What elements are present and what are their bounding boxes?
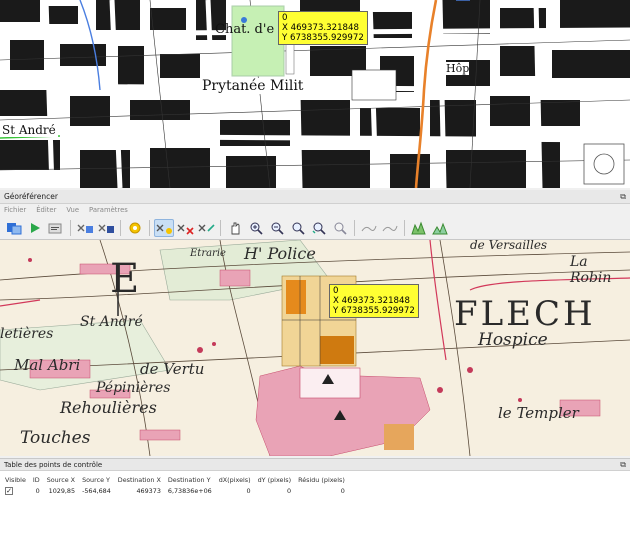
cell-source-x[interactable]: 1029,85 [44,486,79,496]
toolbar-separator [354,219,355,236]
cell-destination-x[interactable]: 469373 [115,486,165,496]
load-gcp-icon[interactable] [75,219,95,237]
label-etrarie: Etrarie [190,248,226,259]
col-visible[interactable]: Visible [2,475,30,486]
zoom-last-icon[interactable] [309,219,329,237]
georeferencer-panel: Géoréférencer ⧉ Fichier Éditer Vue Param… [0,190,630,456]
undock-icon[interactable]: ⧉ [620,192,626,202]
link-geo-to-qgis-icon[interactable] [359,219,379,237]
col-destination-x[interactable]: Destination X [115,475,165,486]
generate-script-icon[interactable] [46,219,66,237]
gcp-header-row: Visible ID Source X Source Y Destination… [2,475,349,486]
callout-x: X 469373.321848 [282,23,359,33]
qgis-window: Chat. d'e Prytanée Milit St André Hôp 0 … [0,0,630,551]
label-chateau: Chat. d'e [215,22,275,37]
menu-vue[interactable]: Vue [66,206,79,214]
zoom-to-layer-icon[interactable] [288,219,308,237]
callout-y: Y 6738355.929972 [333,306,415,316]
label-hop: Hôp [446,62,470,75]
zoom-out-icon[interactable] [267,219,287,237]
label-mal-abri: Mal Abri [14,356,81,374]
col-source-x[interactable]: Source X [44,475,79,486]
callout-x: X 469373.321848 [333,296,410,306]
check-icon[interactable]: ✓ [5,487,13,495]
move-point-icon[interactable] [196,219,216,237]
toolbar-separator [70,219,71,236]
toolbar-separator [404,219,405,236]
local-histogram-stretch-icon[interactable] [430,219,450,237]
zoom-in-icon[interactable] [246,219,266,237]
gcp-table-panel: Table des points de contrôle ⧉ Visible I… [0,458,630,551]
label-le-templer: le Templer [498,404,579,422]
main-map-canvas[interactable]: Chat. d'e Prytanée Milit St André Hôp 0 … [0,0,630,188]
gcp-callout-georef: 0 X 469373.321848 Y 6738355.929972 [329,284,419,318]
georeferencer-titlebar[interactable]: Géoréférencer ⧉ [0,190,630,204]
label-la-robin: La Robin [570,254,612,286]
callout-id: 0 [282,13,288,23]
label-prytanee: Prytanée Milit [200,78,306,94]
col-dy[interactable]: dY (pixels) [255,475,295,486]
callout-id: 0 [333,286,339,296]
transformation-settings-icon[interactable] [125,219,145,237]
undock-icon[interactable]: ⧉ [620,460,626,470]
label-pepinieres: Pépinières [96,380,171,396]
label-e: E [110,256,140,302]
label-h-police: H' Police [244,244,316,263]
gcp-table: Visible ID Source X Source Y Destination… [2,475,349,496]
pan-icon[interactable] [225,219,245,237]
cell-id[interactable]: 0 [30,486,44,496]
gcp-table-title: Table des points de contrôle [4,460,103,469]
add-point-icon[interactable] [154,218,174,237]
col-dx[interactable]: dX(pixels) [216,475,255,486]
col-source-y[interactable]: Source Y [79,475,115,486]
full-histogram-stretch-icon[interactable] [409,219,429,237]
cell-dy: 0 [286,487,292,495]
georeferencer-toolbar [0,216,630,240]
label-rehoulieres: Rehoulières [60,398,157,417]
col-destination-y[interactable]: Destination Y [165,475,216,486]
gcp-table-titlebar[interactable]: Table des points de contrôle ⧉ [0,459,630,471]
zoom-next-icon[interactable] [330,219,350,237]
georeferencer-menubar: Fichier Éditer Vue Paramètres [0,204,630,216]
cell-source-y[interactable]: -564,684 [79,486,115,496]
cell-residual: 0 [340,487,345,495]
toolbar-separator [120,219,121,236]
label-versailles: de Versailles [470,240,548,252]
link-qgis-to-geo-icon[interactable] [380,219,400,237]
georeferencer-title: Géoréférencer [4,192,58,201]
table-row[interactable]: ✓ 0 1029,85 -564,684 469373 6,73836e+06 … [2,486,349,496]
menu-editer[interactable]: Éditer [36,206,56,214]
col-residual[interactable]: Résidu (pixels) [295,475,349,486]
label-vertu: de Vertu [140,360,205,378]
callout-y: Y 6738355.929972 [282,33,364,43]
gcp-callout-main: 0 X 469373.321848 Y 6738355.929972 [278,11,368,45]
toolbar-separator [149,219,150,236]
cell-destination-y[interactable]: 6,73836e+06 [165,486,216,496]
label-hospice: Hospice [478,330,548,350]
georeferencer-canvas[interactable]: E H' Police Etrarie de Versailles La Rob… [0,240,630,456]
label-flech: FLECH [454,294,596,334]
toolbar-separator [220,219,221,236]
label-touches: Touches [20,428,91,448]
visible-checkbox[interactable]: ✓ [2,486,30,496]
menu-fichier[interactable]: Fichier [4,206,26,214]
save-gcp-icon[interactable] [96,219,116,237]
open-raster-icon[interactable] [4,219,24,237]
cell-dx: 0 [246,487,251,495]
delete-point-icon[interactable] [175,219,195,237]
label-st-andre: St André [0,123,58,137]
start-georeferencing-icon[interactable] [25,219,45,237]
label-letieres: letières [0,326,54,342]
col-id[interactable]: ID [30,475,44,486]
label-st-andre-historic: St André [80,314,143,330]
menu-parametres[interactable]: Paramètres [89,206,128,214]
